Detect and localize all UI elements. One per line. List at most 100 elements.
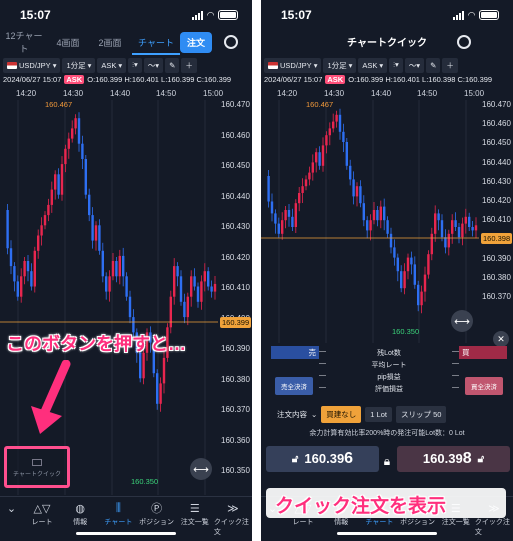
- candle: [122, 255, 125, 277]
- sell-header: 売: [271, 346, 319, 359]
- candle: [57, 174, 60, 195]
- chevron-down-icon: ▾: [313, 60, 318, 70]
- candle: [111, 261, 115, 277]
- tab-4-screen[interactable]: 4画面: [48, 36, 88, 49]
- time-label: 15:00: [464, 89, 485, 98]
- candle: [20, 276, 23, 297]
- position-row: — pip損益 —: [319, 372, 459, 382]
- plus-icon[interactable]: ＋: [442, 57, 458, 73]
- nav-info[interactable]: ◍ 情報: [61, 501, 99, 527]
- pen-icon[interactable]: ✎: [426, 57, 441, 73]
- candle: [98, 225, 101, 251]
- candle: [410, 257, 413, 265]
- candle: [321, 145, 325, 166]
- sell-price: 160.39: [304, 451, 345, 466]
- sell-value: —: [319, 348, 326, 355]
- candle: [417, 284, 420, 306]
- price-label: 160.420: [482, 196, 511, 205]
- candle-type-icon[interactable]: ⫶▾: [128, 57, 142, 73]
- tab-12-chart[interactable]: 12チャート: [0, 29, 48, 55]
- symbol-select[interactable]: USD/JPY ▾: [264, 57, 322, 73]
- chevron-down-icon: ▾: [118, 60, 123, 70]
- candle: [26, 261, 30, 272]
- ohlc-values: O:160.399 H:160.401 L:160.398 C:160.399: [348, 75, 493, 84]
- candle: [389, 233, 393, 248]
- timeframe-select[interactable]: 1分足 ▾: [62, 57, 96, 73]
- candle: [281, 220, 284, 234]
- timeframe-select[interactable]: 1分足 ▾: [323, 57, 357, 73]
- row-label: 評価損益: [375, 386, 403, 393]
- candle: [372, 210, 376, 221]
- candlestick-chart[interactable]: [261, 100, 479, 343]
- nav-order-list[interactable]: ☰ 注文一覧: [176, 501, 214, 527]
- candle: [366, 220, 369, 231]
- buy-value: —: [452, 372, 459, 379]
- nav-chart[interactable]: ⫼ チャート: [99, 501, 137, 527]
- sell-button[interactable]: 🔓︎ 160.396: [266, 446, 379, 472]
- nav-position[interactable]: Ⓟ ポジション: [137, 501, 175, 527]
- candle: [393, 247, 396, 258]
- tab-chart[interactable]: チャート: [132, 36, 180, 55]
- sell-value: —: [319, 372, 326, 379]
- nav-label: レート: [31, 519, 53, 526]
- order-content-label: 注文内容: [277, 410, 307, 419]
- slip-field[interactable]: スリップ 50: [395, 406, 447, 423]
- buy-none-toggle[interactable]: 買建なし: [321, 406, 362, 423]
- candle: [427, 254, 430, 275]
- chart-screen: 15:07 ◠ 12チャート 4画面 2画面 チャート 注文 USD/JPY ▾ …: [0, 0, 252, 541]
- symbol-select[interactable]: USD/JPY ▾: [3, 57, 61, 73]
- price-type-select[interactable]: ASK ▾: [97, 57, 127, 73]
- time-label: 14:40: [110, 89, 131, 98]
- time-label: 14:20: [277, 89, 298, 98]
- candle: [77, 118, 81, 144]
- time-axis: 14:20 14:30 14:40 14:50 15:00: [261, 89, 484, 99]
- indicator-icon[interactable]: 〜▾: [404, 57, 425, 73]
- timeframe-label: 1分足: [327, 60, 347, 70]
- indicator-icon[interactable]: 〜▾: [143, 57, 164, 73]
- gear-icon[interactable]: [457, 35, 471, 49]
- price-label: 160.370: [482, 292, 511, 301]
- order-button[interactable]: 注文: [180, 31, 213, 53]
- candle: [406, 257, 410, 272]
- candle: [162, 357, 166, 384]
- signal-icon: [192, 10, 204, 20]
- lock-icon[interactable]: 🔒︎: [379, 454, 395, 468]
- nav-quick-order[interactable]: ≫ クイック注文: [214, 501, 252, 537]
- gear-icon[interactable]: [224, 35, 239, 49]
- price-type-select[interactable]: ASK ▾: [358, 57, 388, 73]
- time-label: 14:40: [371, 89, 392, 98]
- candle: [447, 233, 450, 248]
- sell-all-settle-button[interactable]: 売全決済: [275, 377, 313, 395]
- status-time: 15:07: [20, 8, 51, 22]
- buy-header: 買: [459, 346, 507, 359]
- tab-2-screen[interactable]: 2画面: [88, 36, 132, 49]
- buy-button[interactable]: 160.398 🔓︎: [397, 446, 510, 472]
- expand-icon[interactable]: ⟷: [190, 458, 212, 480]
- chart-quick-button[interactable]: チャートクイック: [4, 446, 70, 488]
- nav-rate[interactable]: △▽ レート: [23, 501, 61, 527]
- lot-field[interactable]: 1 Lot: [365, 407, 392, 422]
- pen-icon[interactable]: ✎: [165, 57, 180, 73]
- candle: [291, 216, 294, 227]
- price-label: 160.380: [221, 374, 250, 384]
- row-label: 平均レート: [371, 362, 407, 369]
- candle-type-icon[interactable]: ⫶▾: [389, 57, 403, 73]
- candle: [396, 257, 399, 272]
- candle: [176, 266, 179, 277]
- current-price-tag: 160.398: [481, 233, 513, 244]
- buy-all-settle-button[interactable]: 買全決済: [465, 377, 503, 395]
- nav-label: 注文一覧: [441, 519, 470, 526]
- candle: [105, 276, 108, 292]
- close-icon[interactable]: ✕: [493, 331, 509, 347]
- globe-icon: ◍: [75, 502, 85, 515]
- candle: [338, 114, 342, 132]
- candle: [207, 271, 210, 287]
- nav-collapse[interactable]: ⌄: [0, 501, 23, 515]
- status-icons: ◠: [453, 10, 499, 21]
- plus-icon[interactable]: ＋: [181, 57, 197, 73]
- price-type-label: ASK: [362, 60, 378, 70]
- expand-icon[interactable]: ⟷: [451, 310, 473, 332]
- candle: [464, 216, 467, 224]
- candle: [108, 276, 111, 292]
- arrow-icon: [31, 360, 71, 434]
